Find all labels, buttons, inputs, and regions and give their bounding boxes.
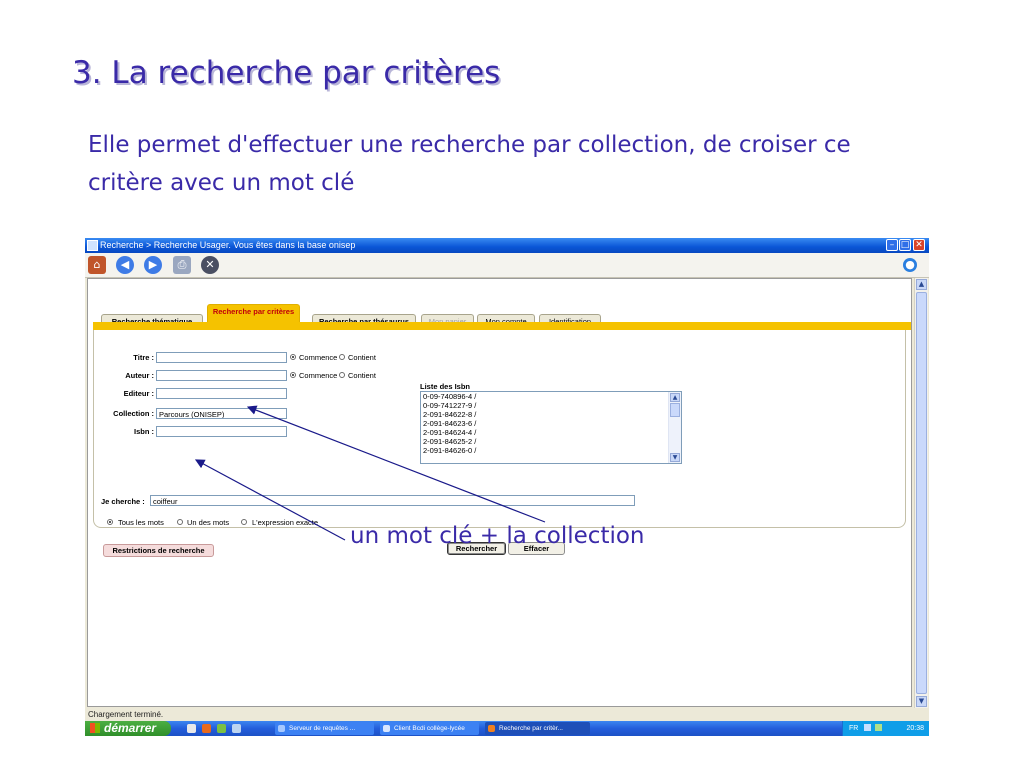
clock: 20:38 [906, 725, 924, 732]
quicklaunch-icon[interactable] [232, 724, 241, 733]
system-tray: FR 20:38 [842, 721, 929, 736]
isbn-list-item[interactable]: 2-091-84622-8 / [423, 410, 476, 419]
quicklaunch-icon[interactable] [217, 724, 226, 733]
isbn-list-item[interactable]: 2-091-84625-2 / [423, 437, 476, 446]
keyword-field[interactable]: coiffeur [150, 495, 635, 506]
isbn-list-scrollbar[interactable]: ▲ ▼ [668, 392, 681, 463]
collection-field[interactable]: Parcours (ONISEP) [156, 408, 287, 419]
maximize-button[interactable]: □ [899, 239, 911, 251]
start-label: démarrer [104, 721, 157, 735]
volume-icon[interactable] [875, 724, 883, 731]
isbn-list-item[interactable]: 2-091-84626-0 / [423, 446, 476, 455]
taskbar: démarrer Serveur de requêtes ... Client … [85, 721, 929, 736]
browser-window: Recherche > Recherche Usager. Vous êtes … [85, 238, 929, 736]
task-label: Client Bcdi collège-lycée [394, 725, 465, 732]
collection-label: Collection : [113, 409, 154, 418]
status-text: Chargement terminé. [88, 710, 164, 719]
forward-icon[interactable]: ▶ [144, 256, 162, 274]
titre-commence-label: Commence [299, 353, 338, 362]
print-icon[interactable]: ⎙ [173, 256, 191, 274]
isbn-field[interactable] [156, 426, 287, 437]
isbn-list-item[interactable]: 2-091-84624-4 / [423, 428, 476, 437]
scroll-thumb[interactable] [670, 403, 680, 417]
task-recherche[interactable]: Recherche par critèr... [485, 722, 590, 735]
stop-icon[interactable]: ✕ [201, 256, 219, 274]
isbn-list-item[interactable]: 2-091-84623-6 / [423, 419, 476, 428]
scroll-thumb[interactable] [916, 292, 927, 694]
task-label: Recherche par critèr... [499, 725, 563, 732]
expression-exacte-radio[interactable] [241, 519, 247, 525]
task-client-bcdi[interactable]: Client Bcdi collège-lycée [380, 722, 479, 735]
globe-icon: ● [903, 258, 917, 272]
auteur-contient-label: Contient [348, 371, 376, 380]
close-window-button[interactable]: ✕ [913, 239, 925, 251]
isbn-list-title: Liste des Isbn [420, 382, 471, 391]
task-icon [383, 725, 390, 732]
firefox-icon[interactable] [202, 724, 211, 733]
un-des-mots-radio[interactable] [177, 519, 183, 525]
tous-les-mots-label: Tous les mots [118, 518, 164, 527]
titre-field[interactable] [156, 352, 287, 363]
task-icon [278, 725, 285, 732]
start-button[interactable]: démarrer [85, 721, 171, 736]
scroll-down-icon[interactable]: ▼ [670, 453, 680, 462]
slide-description: Elle permet d'effectuer une recherche pa… [88, 132, 851, 196]
un-des-mots-label: Un des mots [187, 518, 230, 527]
tabs-bar [93, 322, 911, 330]
auteur-commence-label: Commence [299, 371, 338, 380]
auteur-contient-radio[interactable] [339, 372, 345, 378]
page-scrollbar[interactable]: ▲ ▼ [914, 278, 928, 708]
scroll-up-icon[interactable]: ▲ [670, 393, 680, 402]
isbn-label: Isbn : [134, 427, 154, 436]
slide-title: 3. La recherche par critères [72, 55, 501, 91]
editeur-label: Editeur : [123, 389, 154, 398]
window-titlebar[interactable]: Recherche > Recherche Usager. Vous êtes … [85, 238, 929, 253]
annotation-label: un mot clé + la collection [350, 523, 645, 549]
titre-contient-label: Contient [348, 353, 376, 362]
restrictions-button[interactable]: Restrictions de recherche [103, 544, 214, 557]
titre-label: Titre : [133, 353, 154, 362]
quicklaunch-icon[interactable] [187, 724, 196, 733]
network-icon[interactable] [864, 724, 872, 731]
page-viewport: Recherche thématique Recherche par critè… [87, 278, 912, 707]
isbn-list-item[interactable]: 0-09-741227-9 / [423, 401, 476, 410]
task-serveur[interactable]: Serveur de requêtes ... [275, 722, 374, 735]
isbn-listbox[interactable]: 0-09-740896-4 / 0-09-741227-9 / 2-091-84… [420, 391, 682, 464]
editeur-field[interactable] [156, 388, 287, 399]
expression-exacte-label: L'expression exacte [252, 518, 319, 527]
windows-logo-icon [90, 723, 100, 733]
je-cherche-label: Je cherche : [101, 497, 145, 506]
auteur-commence-radio[interactable] [290, 372, 296, 378]
task-icon [488, 725, 495, 732]
status-bar: Chargement terminé. [85, 708, 929, 721]
tous-les-mots-radio[interactable] [107, 519, 113, 525]
scroll-up-icon[interactable]: ▲ [916, 279, 927, 290]
tray-language[interactable]: FR [849, 725, 858, 732]
auteur-field[interactable] [156, 370, 287, 381]
home-icon[interactable]: ⌂ [88, 256, 106, 274]
toolbar: ⌂ ◀ ▶ ⎙ ✕ ● [85, 253, 929, 278]
window-title: Recherche > Recherche Usager. Vous êtes … [100, 240, 356, 250]
titre-commence-radio[interactable] [290, 354, 296, 360]
scroll-down-icon[interactable]: ▼ [916, 696, 927, 707]
isbn-list-item[interactable]: 0-09-740896-4 / [423, 392, 476, 401]
app-icon [87, 240, 98, 251]
auteur-label: Auteur : [125, 371, 154, 380]
minimize-button[interactable]: – [886, 239, 898, 251]
back-icon[interactable]: ◀ [116, 256, 134, 274]
titre-contient-radio[interactable] [339, 354, 345, 360]
task-label: Serveur de requêtes ... [289, 725, 356, 732]
